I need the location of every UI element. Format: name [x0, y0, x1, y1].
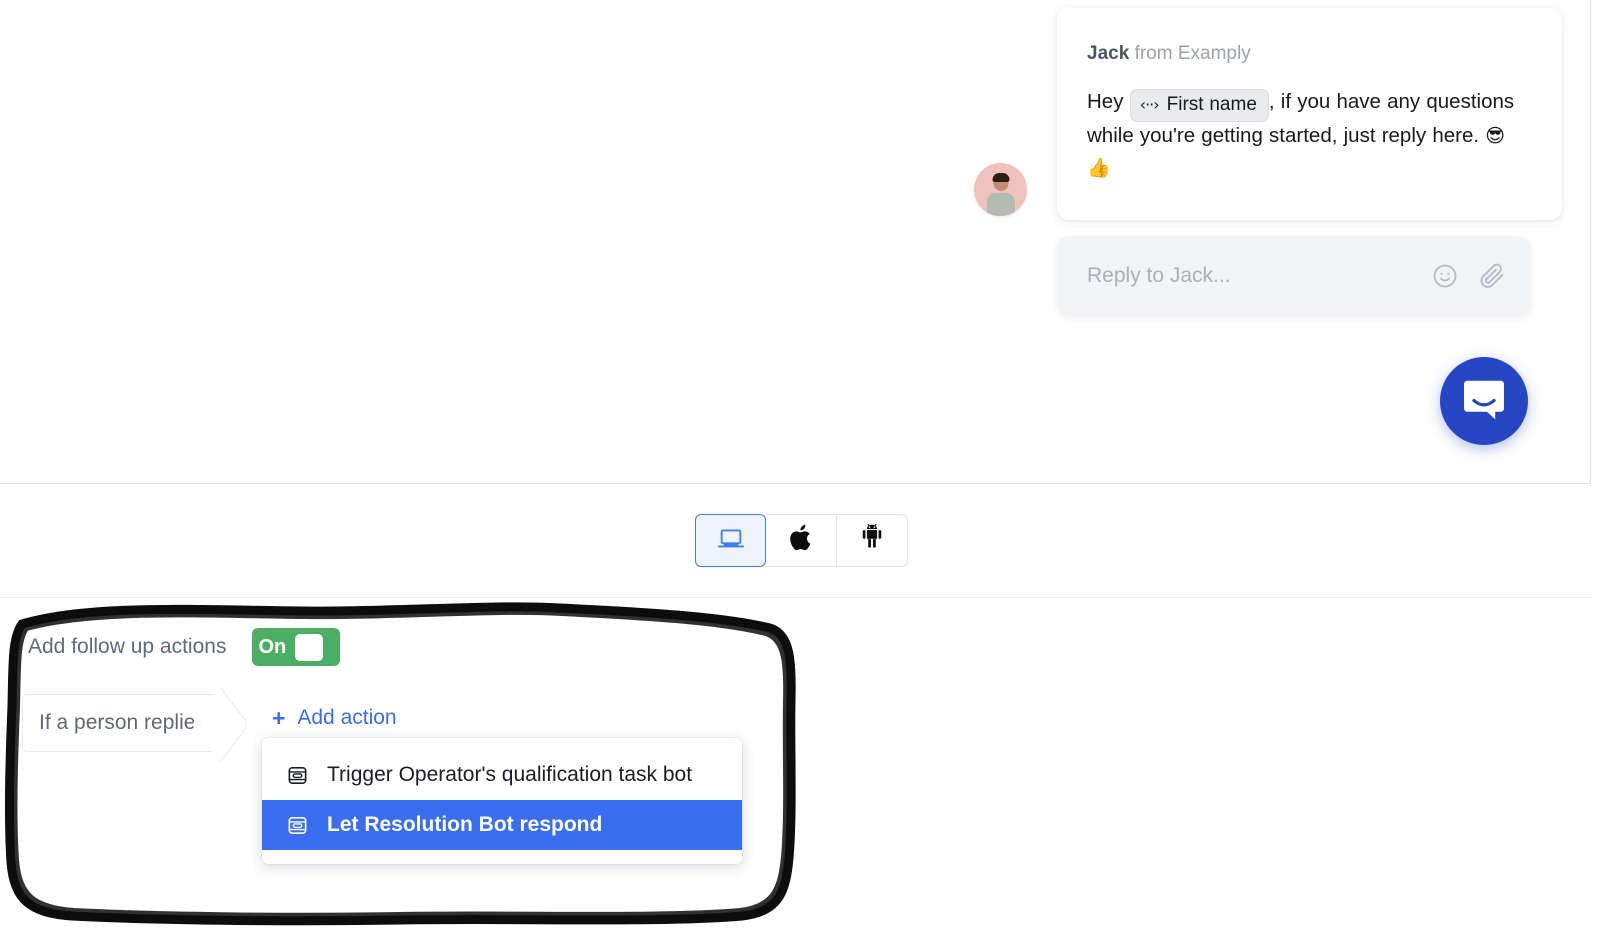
condition-tag-label: If a person replies: [39, 711, 206, 734]
device-preview-toggle-row: [0, 484, 1591, 598]
app-root: Jack from Examply Hey ‹··› First name , …: [0, 0, 1600, 930]
avatar-body: [986, 193, 1015, 216]
thumbs-up-emoji-icon: 👍: [1087, 157, 1111, 179]
reply-composer[interactable]: Reply to Jack...: [1057, 236, 1531, 316]
message-sender-line: Jack from Examply: [1087, 42, 1532, 66]
bot-icon: [286, 814, 309, 837]
device-option-android[interactable]: [837, 514, 908, 567]
android-robot-icon: [859, 523, 885, 557]
message-body: Hey ‹··› First name , if you have any qu…: [1087, 86, 1532, 184]
avatar-hair: [992, 173, 1009, 182]
avatar: [974, 163, 1027, 216]
device-option-desktop[interactable]: [695, 514, 766, 567]
sunglasses-emoji-icon: 😎: [1485, 125, 1506, 147]
condition-tag[interactable]: If a person replies: [22, 694, 224, 752]
sender-name: Jack: [1087, 43, 1130, 64]
toggle-state-label: On: [258, 636, 287, 658]
device-option-ios[interactable]: [766, 514, 837, 567]
plus-icon: +: [271, 704, 286, 731]
sender-company: from Examply: [1134, 43, 1251, 64]
apple-logo-icon: [788, 523, 814, 558]
follow-up-header: Add follow up actions On: [28, 628, 341, 666]
composer-icons: [1431, 261, 1507, 291]
dropdown-item-label: Let Resolution Bot respond: [327, 813, 603, 836]
bot-icon: [286, 764, 309, 787]
toggle-knob: [295, 633, 324, 661]
follow-up-toggle[interactable]: On: [252, 628, 341, 666]
code-brackets-icon: ‹··›: [1139, 95, 1160, 114]
laptop-icon: [717, 524, 745, 557]
add-action-label: Add action: [297, 706, 397, 729]
message-prefix: Hey: [1087, 90, 1124, 113]
follow-up-title: Add follow up actions: [28, 635, 227, 658]
emoji-smiley-icon[interactable]: [1431, 262, 1459, 290]
add-action-button[interactable]: + Add action: [272, 706, 397, 730]
intercom-messenger-icon: [1464, 380, 1504, 420]
follow-up-actions-section: Add follow up actions On If a person rep…: [0, 598, 1591, 930]
device-toggle-group: [695, 514, 908, 567]
messenger-launcher-button[interactable]: [1440, 357, 1528, 445]
reply-input-placeholder[interactable]: Reply to Jack...: [1087, 264, 1431, 288]
messenger-preview-panel: Jack from Examply Hey ‹··› First name , …: [0, 0, 1591, 484]
attachment-paperclip-icon[interactable]: [1477, 261, 1507, 291]
attribute-pill-first-name[interactable]: ‹··› First name: [1129, 89, 1269, 122]
dropdown-item-label: Trigger Operator's qualification task bo…: [327, 763, 693, 786]
dropdown-item-let-resolution-bot-respond[interactable]: Let Resolution Bot respond: [262, 800, 742, 850]
add-action-dropdown-menu: Trigger Operator's qualification task bo…: [262, 738, 742, 864]
message-card: Jack from Examply Hey ‹··› First name , …: [1057, 8, 1562, 220]
attribute-pill-label: First name: [1166, 94, 1257, 115]
dropdown-item-trigger-qualification-bot[interactable]: Trigger Operator's qualification task bo…: [262, 750, 742, 800]
